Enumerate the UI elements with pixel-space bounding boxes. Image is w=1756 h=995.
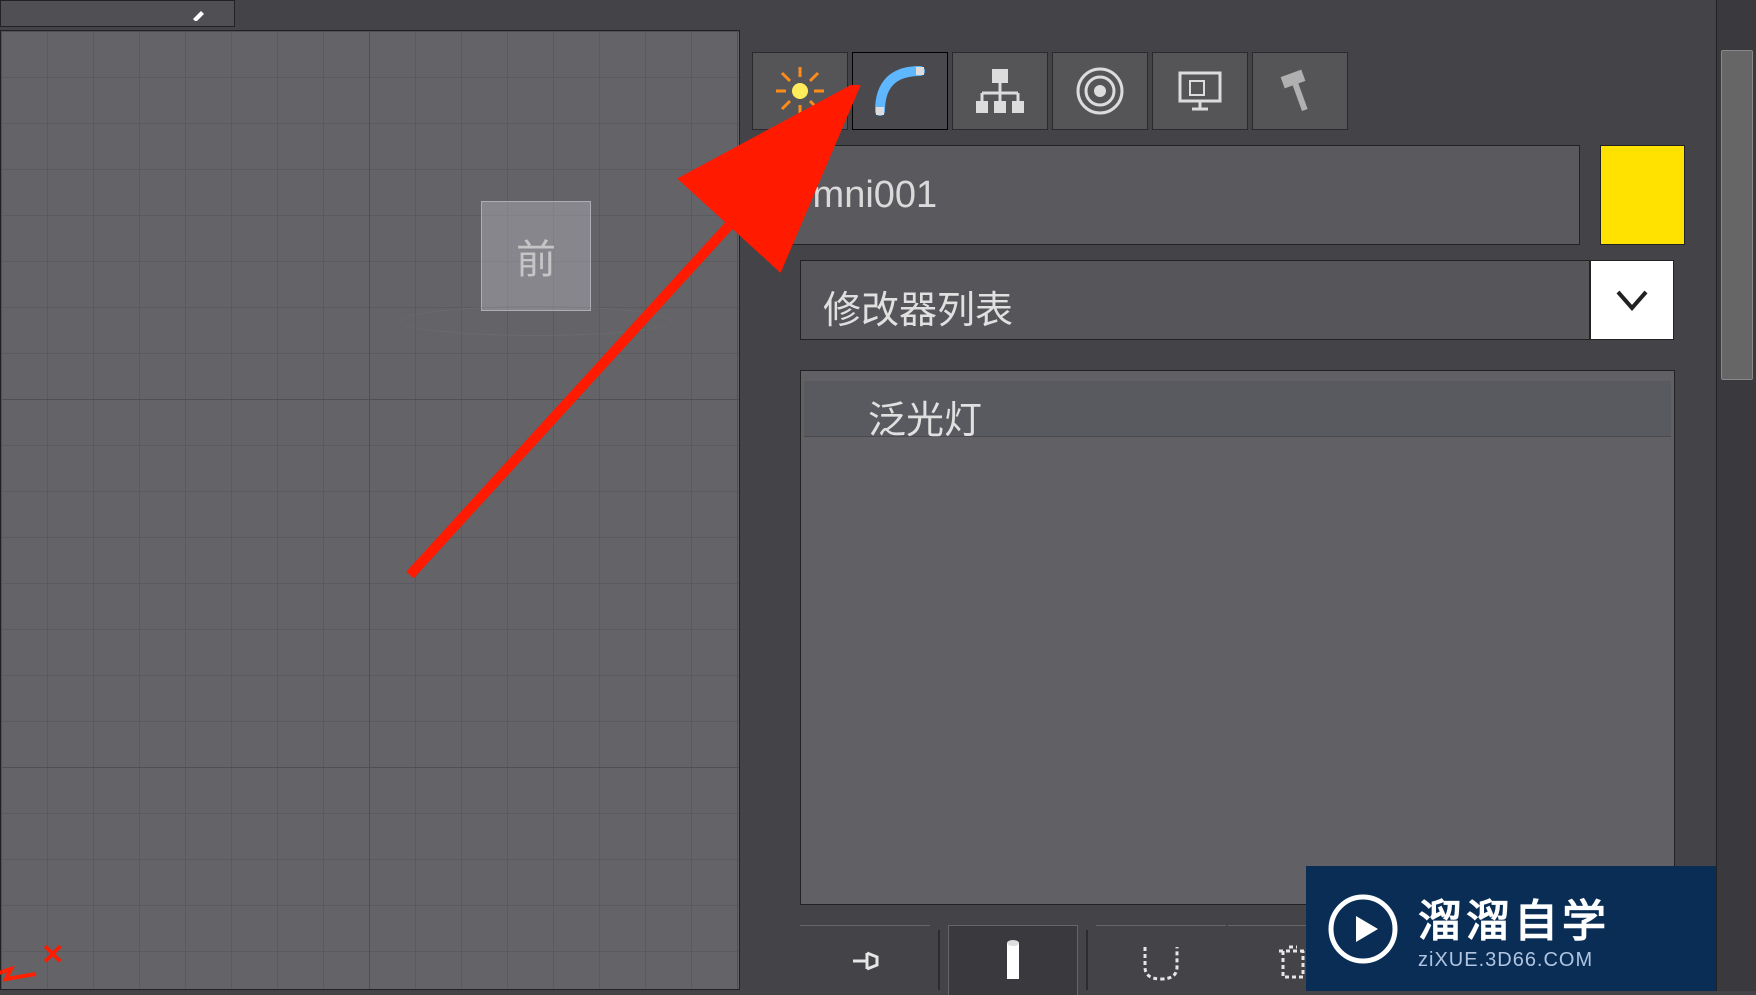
create-icon: [772, 63, 828, 119]
viewport-cross-marker: ✕: [41, 938, 64, 971]
scrollbar-thumb[interactable]: [1721, 50, 1753, 380]
toolbar-separator: [1086, 930, 1088, 990]
object-name-row: Omni001: [760, 145, 1685, 245]
object-name-input[interactable]: Omni001: [760, 145, 1580, 245]
stack-item-omni[interactable]: 泛光灯: [804, 381, 1671, 437]
right-scrollbar[interactable]: [1716, 0, 1756, 991]
u-shape-icon: [1137, 937, 1185, 985]
viewport[interactable]: 前 ✕: [0, 30, 740, 990]
dropper-icon[interactable]: [191, 6, 211, 21]
viewport-object-label: 前: [516, 227, 556, 285]
hammer-icon: [1272, 63, 1328, 119]
viewport-object[interactable]: 前: [481, 201, 591, 311]
command-panel: Omni001 修改器列表 泛光灯: [740, 30, 1700, 990]
top-toolbar: [0, 0, 235, 27]
tab-modify[interactable]: [852, 52, 948, 130]
modify-icon: [872, 63, 928, 119]
motion-icon: [1072, 63, 1128, 119]
display-icon: [1172, 63, 1228, 119]
modifier-list-row: 修改器列表: [800, 260, 1674, 340]
tab-display[interactable]: [1152, 52, 1248, 130]
tab-hierarchy[interactable]: [952, 52, 1048, 130]
viewport-object-shadow: [401, 306, 671, 336]
chevron-down-icon: [1612, 280, 1652, 320]
make-unique-button[interactable]: [1096, 925, 1226, 995]
object-color-swatch[interactable]: [1600, 145, 1685, 245]
watermark: 溜溜自学 ziXUE.3D66.COM: [1306, 866, 1716, 991]
pin-stack-button[interactable]: [800, 925, 930, 995]
modifier-dropdown[interactable]: 修改器列表: [800, 260, 1590, 340]
tab-create[interactable]: [752, 52, 848, 130]
watermark-title: 溜溜自学: [1418, 885, 1610, 949]
modifier-stack[interactable]: 泛光灯: [800, 370, 1675, 905]
modifier-dropdown-button[interactable]: [1590, 260, 1674, 340]
tab-utilities[interactable]: [1252, 52, 1348, 130]
command-panel-tabs: [750, 50, 1350, 132]
show-end-result-button[interactable]: [948, 925, 1078, 995]
watermark-subtitle: ziXUE.3D66.COM: [1418, 949, 1610, 972]
toolbar-separator: [938, 930, 940, 990]
tab-motion[interactable]: [1052, 52, 1148, 130]
gizmo-icon: [0, 959, 41, 989]
play-circle-icon: [1326, 892, 1400, 966]
pin-icon: [841, 937, 889, 985]
hierarchy-icon: [972, 63, 1028, 119]
cylinder-icon: [997, 937, 1029, 985]
